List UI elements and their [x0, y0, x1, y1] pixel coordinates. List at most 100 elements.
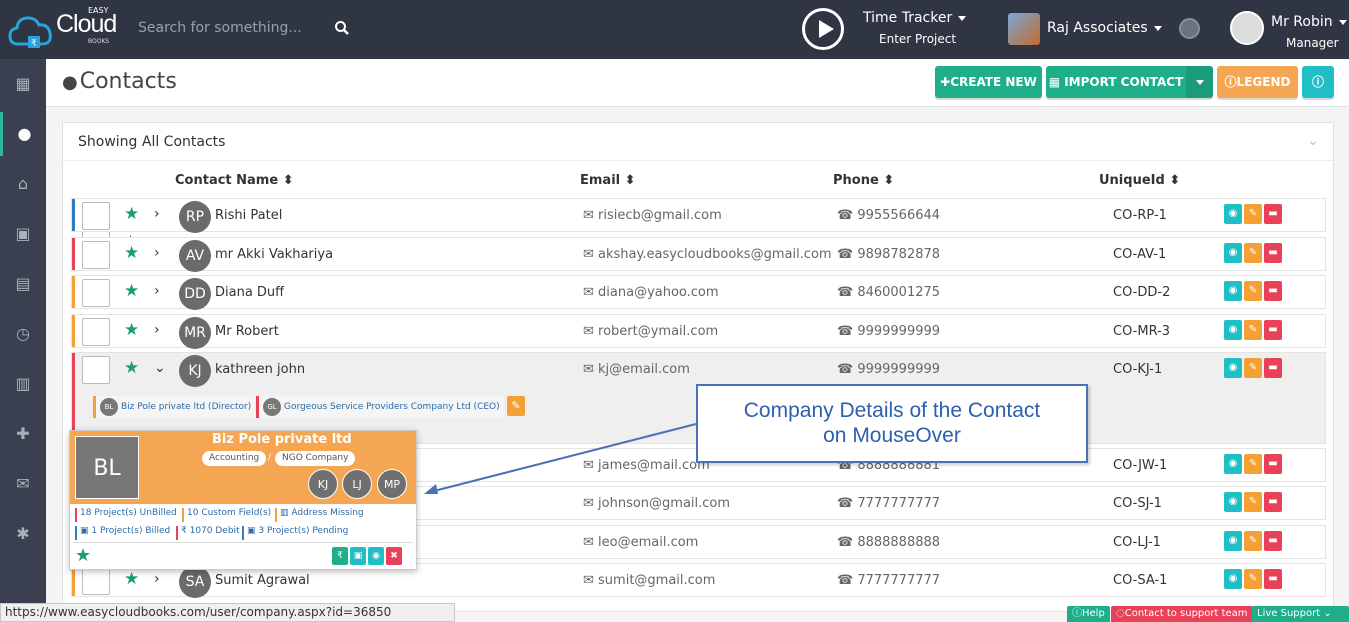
- contact-email[interactable]: ✉ risiecb@gmail.com: [583, 208, 722, 223]
- info-billed[interactable]: ▣ 1 Project(s) Billed: [75, 526, 170, 540]
- organization-dropdown[interactable]: Raj Associates: [1047, 20, 1162, 36]
- col-contact-name[interactable]: Contact Name ⬍: [175, 173, 294, 188]
- member-avatar[interactable]: LJ: [342, 469, 372, 499]
- star-icon[interactable]: ★: [124, 204, 139, 224]
- chevron-down-icon[interactable]: ⌄: [1307, 133, 1319, 149]
- star-icon[interactable]: ★: [124, 569, 139, 589]
- star-icon[interactable]: ★: [124, 320, 139, 340]
- delete-icon[interactable]: ▬: [1264, 320, 1282, 340]
- row-checkbox[interactable]: [82, 279, 110, 307]
- user-menu[interactable]: Mr Robin: [1271, 14, 1347, 30]
- rupee-icon[interactable]: ₹: [332, 547, 348, 565]
- contact-email[interactable]: ✉ akshay.easycloudbooks@gmail.com: [583, 247, 832, 262]
- delete-icon[interactable]: ▬: [1264, 454, 1282, 474]
- edit-icon[interactable]: ✎: [1244, 569, 1262, 589]
- globe-icon[interactable]: [1179, 18, 1200, 39]
- contact-row[interactable]: ★ › AV mr Akki Vakhariya ✉ akshay.easycl…: [71, 237, 1326, 272]
- edit-icon[interactable]: ✎: [1244, 492, 1262, 512]
- contact-name[interactable]: Mr Robert: [215, 324, 279, 339]
- contact-email[interactable]: ✉ leo@email.com: [583, 535, 698, 550]
- bank-icon[interactable]: ⌂: [0, 162, 46, 206]
- view-icon[interactable]: ◉: [1224, 454, 1242, 474]
- briefcase-icon[interactable]: ▣: [0, 212, 46, 256]
- row-checkbox[interactable]: [82, 241, 110, 269]
- document-icon[interactable]: ▤: [0, 262, 46, 306]
- member-avatar[interactable]: KJ: [308, 469, 338, 499]
- contact-phone[interactable]: ☎ 9898782878: [837, 247, 940, 262]
- contact-name[interactable]: mr Akki Vakhariya: [215, 247, 333, 262]
- contact-name[interactable]: kathreen john: [215, 362, 305, 377]
- contact-row[interactable]: ★ › DD Diana Duff ✉ diana@yahoo.com ☎ 84…: [71, 275, 1326, 310]
- info-pending[interactable]: ▣ 3 Project(s) Pending: [242, 526, 348, 540]
- delete-icon[interactable]: ▬: [1264, 569, 1282, 589]
- contact-phone[interactable]: ☎ 9999999999: [837, 362, 940, 377]
- row-checkbox[interactable]: [82, 318, 110, 346]
- company-tag[interactable]: BL Biz Pole private ltd (Director): [93, 396, 256, 418]
- delete-icon[interactable]: ▬: [1264, 358, 1282, 378]
- company-tag[interactable]: GL Gorgeous Service Providers Company Ltd…: [256, 396, 504, 418]
- delete-icon[interactable]: ▬: [1264, 243, 1282, 263]
- contact-phone[interactable]: ☎ 8460001275: [837, 285, 940, 300]
- delete-icon[interactable]: ▬: [1264, 531, 1282, 551]
- member-avatar[interactable]: MP: [377, 469, 407, 499]
- chevron-down-icon[interactable]: ⌄: [154, 360, 166, 376]
- company-name[interactable]: Biz Pole private ltd: [212, 432, 352, 447]
- contact-phone[interactable]: ☎ 9955566644: [837, 208, 940, 223]
- star-icon[interactable]: ★: [124, 243, 139, 263]
- play-timer-icon[interactable]: [802, 8, 844, 50]
- enter-project-label[interactable]: Enter Project: [879, 32, 956, 46]
- edit-icon[interactable]: ✎: [1244, 320, 1262, 340]
- app-logo[interactable]: ₹ EASY Cloud BOOKS: [8, 4, 128, 54]
- view-icon[interactable]: ◉: [1224, 358, 1242, 378]
- close-icon[interactable]: ✖: [386, 547, 402, 565]
- contact-email[interactable]: ✉ robert@ymail.com: [583, 324, 718, 339]
- delete-icon[interactable]: ▬: [1264, 281, 1282, 301]
- contact-email[interactable]: ✉ diana@yahoo.com: [583, 285, 719, 300]
- view-icon[interactable]: ◉: [1224, 320, 1242, 340]
- contact-email[interactable]: ✉ kj@email.com: [583, 362, 690, 377]
- help-button[interactable]: ⓘHelp: [1067, 606, 1110, 622]
- view-icon[interactable]: ◉: [1224, 492, 1242, 512]
- view-icon[interactable]: ◉: [1224, 243, 1242, 263]
- chevron-right-icon[interactable]: ›: [154, 206, 160, 222]
- user-avatar[interactable]: [1230, 11, 1264, 45]
- contact-row[interactable]: ★ › RP Rishi Patel ✉ risiecb@gmail.com ☎…: [71, 198, 1326, 233]
- row-checkbox[interactable]: [82, 356, 110, 384]
- delete-icon[interactable]: ▬: [1264, 204, 1282, 224]
- info-address[interactable]: ▥ Address Missing: [275, 508, 364, 522]
- contact-phone[interactable]: ☎ 9999999999: [837, 324, 940, 339]
- edit-icon[interactable]: ✎: [1244, 531, 1262, 551]
- delete-icon[interactable]: ▬: [1264, 492, 1282, 512]
- search-icon[interactable]: [334, 20, 350, 36]
- contact-row[interactable]: ★ › MR Mr Robert ✉ robert@ymail.com ☎ 99…: [71, 314, 1326, 349]
- col-email[interactable]: Email ⬍: [580, 173, 636, 188]
- chevron-right-icon[interactable]: ›: [154, 571, 160, 587]
- star-icon[interactable]: ★: [124, 281, 139, 301]
- info-button[interactable]: ⓘ: [1302, 66, 1334, 98]
- import-contact-button[interactable]: ▦ IMPORT CONTACT: [1046, 66, 1186, 98]
- contact-phone[interactable]: ☎ 7777777777: [837, 573, 940, 588]
- contact-email[interactable]: ✉ sumit@gmail.com: [583, 573, 715, 588]
- wrench-icon[interactable]: ✎: [507, 396, 525, 416]
- legend-button[interactable]: ⓘLEGEND: [1217, 66, 1298, 98]
- live-support-button[interactable]: Live Support ⌄: [1252, 606, 1349, 622]
- contact-name[interactable]: Sumit Agrawal: [215, 573, 310, 588]
- search-input[interactable]: Search for something...: [138, 20, 350, 40]
- chevron-right-icon[interactable]: ›: [154, 283, 160, 299]
- contact-phone[interactable]: ☎ 7777777777: [837, 496, 940, 511]
- mail-icon[interactable]: ✉: [0, 462, 46, 506]
- view-icon[interactable]: ◉: [1224, 531, 1242, 551]
- chevron-right-icon[interactable]: ›: [154, 322, 160, 338]
- create-new-button[interactable]: ✚CREATE NEW: [935, 66, 1042, 98]
- edit-icon[interactable]: ✎: [1244, 358, 1262, 378]
- import-dropdown-toggle[interactable]: [1186, 66, 1213, 98]
- plus-square-icon[interactable]: ✚: [0, 412, 46, 456]
- contact-name[interactable]: Rishi Patel: [215, 208, 282, 223]
- star-icon[interactable]: ★: [75, 545, 91, 566]
- star-icon[interactable]: ★: [124, 358, 139, 378]
- row-checkbox[interactable]: [82, 202, 110, 230]
- col-phone[interactable]: Phone ⬍: [833, 173, 894, 188]
- time-tracker-dropdown[interactable]: Time Tracker: [863, 10, 967, 26]
- contact-support-button[interactable]: ◌Contact to support team: [1111, 606, 1253, 622]
- id-card-icon[interactable]: ▥: [0, 362, 46, 406]
